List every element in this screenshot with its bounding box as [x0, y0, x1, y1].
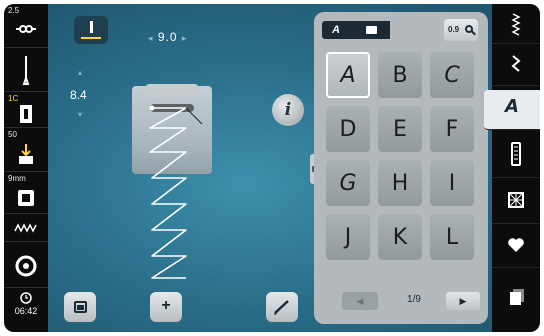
presser-foot-tag: 1C	[8, 94, 19, 103]
needle-position-icon	[90, 21, 93, 33]
foot-pressure-status[interactable]: 50	[4, 128, 48, 172]
category-decorative[interactable]	[492, 4, 540, 44]
zoom-level: 0.9	[448, 25, 460, 34]
alphabet-icon: A	[505, 96, 519, 117]
quilt-icon	[508, 192, 524, 208]
needle-position-line	[81, 37, 101, 39]
foot-pressure-icon	[19, 144, 33, 164]
stitch-length-status[interactable]: 2.5	[4, 4, 48, 48]
letter-key-a[interactable]: A	[326, 52, 370, 98]
panel-header: A 0.9	[322, 18, 480, 42]
sewing-machine-screen: 2.5 1C 50 9mm 06:42 ◂ 9.0 ▸ ▴ 8.4 ▾ i + …	[4, 4, 540, 332]
decorative-stitch-icon	[511, 13, 521, 36]
page-indicator: 1/9	[407, 294, 421, 305]
presser-foot-status[interactable]: 1C	[4, 92, 48, 128]
next-page-button[interactable]: ▶	[446, 292, 480, 310]
letter-label: L	[445, 225, 459, 250]
presser-foot-icon	[20, 105, 32, 123]
stitch-length-control[interactable]: ◂ 9.0 ▸	[148, 30, 187, 44]
category-practical[interactable]	[492, 44, 540, 86]
stitch-tension-icon	[16, 25, 36, 33]
category-quilting[interactable]	[492, 178, 540, 224]
add-icon: +	[161, 297, 171, 314]
alphabet-panel: A 0.9 A B C D E F G H I J K L ◀ 1/9 ▶	[314, 12, 488, 324]
magnifier-handle-icon	[471, 30, 476, 36]
heart-icon	[508, 238, 524, 252]
info-button[interactable]: i	[272, 94, 304, 126]
needle-icon	[22, 56, 30, 85]
practical-stitch-icon	[511, 55, 521, 72]
previous-page-button[interactable]: ◀	[342, 292, 378, 310]
stitch-width-status[interactable]: 9mm	[4, 172, 48, 214]
foot-pressure-tag: 50	[8, 130, 17, 139]
clock-icon	[20, 292, 32, 304]
length-increase-icon[interactable]: ▸	[182, 33, 188, 43]
clock-status[interactable]: 06:42	[4, 288, 48, 332]
buttonhole-icon	[511, 142, 521, 166]
letter-label: F	[445, 117, 459, 142]
needle-position-button[interactable]	[74, 16, 108, 44]
letter-key-g[interactable]: G	[326, 160, 370, 206]
stitch-width-value[interactable]: 8.4	[70, 88, 87, 102]
letter-key-d[interactable]: D	[326, 106, 370, 152]
letter-label: K	[392, 225, 408, 250]
stitch-preview-icon	[149, 105, 203, 279]
letter-key-c[interactable]: C	[430, 52, 474, 98]
zigzag-icon	[14, 223, 37, 233]
letter-label: I	[448, 171, 456, 196]
pattern-view-button[interactable]	[64, 292, 96, 322]
letter-key-k[interactable]: K	[378, 214, 422, 260]
memory-icon	[510, 289, 524, 305]
letter-label: C	[444, 63, 460, 88]
status-column: 2.5 1C 50 9mm 06:42	[4, 4, 48, 332]
clock-time: 06:42	[14, 306, 38, 316]
zoom-search-button[interactable]: 0.9	[444, 19, 478, 41]
add-stitch-button[interactable]: +	[150, 292, 182, 322]
letter-key-b[interactable]: B	[378, 52, 422, 98]
pagination: ◀ 1/9 ▶	[326, 292, 480, 312]
stitch-length-tag: 2.5	[8, 6, 20, 15]
bobbin-icon	[15, 255, 37, 277]
zigzag-status[interactable]	[4, 214, 48, 242]
category-personal-memory[interactable]	[492, 268, 540, 332]
category-favorites[interactable]	[492, 224, 540, 268]
letter-label: B	[392, 63, 408, 88]
stitch-length-value: 9.0	[157, 30, 178, 44]
category-column: A	[484, 4, 540, 332]
letter-label: J	[344, 225, 352, 250]
letter-label: A	[340, 63, 356, 88]
letter-key-l[interactable]: L	[430, 214, 474, 260]
breadcrumb-folder[interactable]	[352, 21, 390, 39]
letter-key-h[interactable]: H	[378, 160, 422, 206]
folder-icon	[366, 26, 377, 34]
stitch-width-tag: 9mm	[8, 174, 26, 183]
letter-key-e[interactable]: E	[378, 106, 422, 152]
letter-key-i[interactable]: I	[430, 160, 474, 206]
category-buttonholes[interactable]	[492, 130, 540, 178]
needle-status[interactable]	[4, 48, 48, 92]
bobbin-status[interactable]	[4, 242, 48, 288]
letter-label: G	[339, 171, 357, 196]
letter-label: E	[393, 117, 407, 142]
length-decrease-icon[interactable]: ◂	[148, 33, 154, 43]
presser-foot-shank	[146, 84, 198, 98]
width-increase-icon[interactable]: ▴	[78, 68, 82, 77]
pattern-view-icon-fill	[77, 305, 84, 310]
letter-key-j[interactable]: J	[326, 214, 370, 260]
letter-label: H	[391, 171, 409, 196]
stitch-plate-icon	[18, 190, 34, 206]
width-decrease-icon[interactable]: ▾	[78, 110, 82, 119]
letter-label: D	[339, 117, 357, 142]
edit-stitch-button[interactable]	[266, 292, 298, 322]
category-alphabets[interactable]: A	[484, 90, 540, 130]
letter-key-f[interactable]: F	[430, 106, 474, 152]
pencil-icon	[274, 300, 289, 315]
